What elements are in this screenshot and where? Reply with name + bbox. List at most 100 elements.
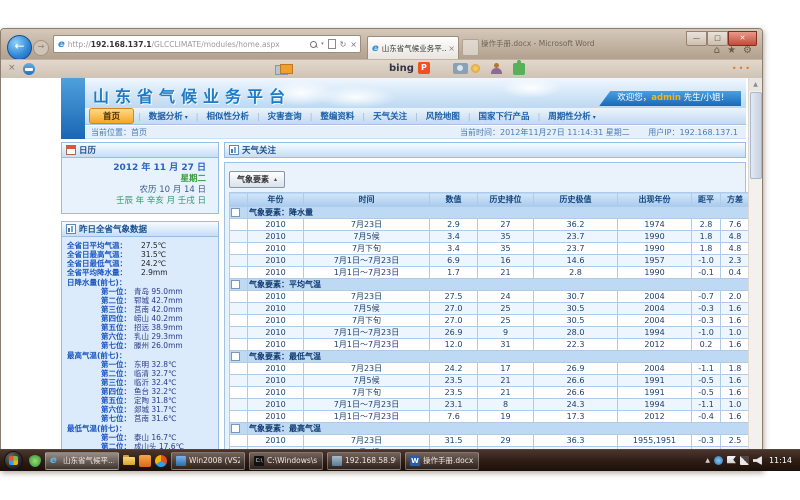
more-dots-icon[interactable]: ••• <box>732 64 752 73</box>
table-cell: -1.0 <box>692 255 721 267</box>
nav-item-7[interactable]: 风险地图 <box>418 110 468 122</box>
row-checkbox-cell <box>230 339 248 351</box>
table-cell: 7月5候 <box>304 303 430 315</box>
breadcrumb: 当前位置：首页 当前时间：2012年11月27日 11:14:31 星期二 用户… <box>61 126 746 139</box>
page-viewport: 山东省气候业务平台 欢迎您，admin 先生/小姐！ 首页|数据分析▾|相似性分… <box>1 78 762 469</box>
stat-value: 27.5℃ <box>141 241 166 250</box>
nav-item-8[interactable]: 国家下行产品 <box>471 110 538 122</box>
ranking-title: 最高气温(前七)： <box>67 351 215 360</box>
stop-icon[interactable]: × <box>350 40 357 49</box>
group-checkbox[interactable] <box>231 208 240 217</box>
network-signal-icon[interactable] <box>740 456 749 465</box>
nav-item-4[interactable]: 灾害查询 <box>260 110 310 122</box>
nav-item-5[interactable]: 整编资料 <box>312 110 362 122</box>
bing-p-icon: P <box>418 62 430 74</box>
table-row[interactable]: 20101月1日～7月23日1.7212.81990-0.10.4 <box>230 267 750 279</box>
coin-icon[interactable] <box>471 64 480 73</box>
column-header: 出现年份 <box>618 193 692 207</box>
taskbar-active-window[interactable]: e 山东省气候平... <box>45 452 119 470</box>
table-row[interactable]: 20107月1日～7月23日6.91614.61957-1.02.3 <box>230 255 750 267</box>
table-row[interactable]: 20107月下旬23.52126.61991-0.51.6 <box>230 387 750 399</box>
person-icon[interactable] <box>491 63 502 74</box>
taskbar-window-4[interactable]: W操作手册.docx ... <box>405 452 479 470</box>
start-button[interactable] <box>4 451 23 470</box>
scroll-up-icon[interactable]: ▲ <box>749 78 762 91</box>
ranking-item: 第四位：鱼台 32.2℃ <box>67 387 215 396</box>
table-row[interactable]: 20101月1日～7月23日7.61917.32012-0.41.6 <box>230 411 750 423</box>
table-row[interactable]: 20107月5候23.52126.61991-0.51.6 <box>230 375 750 387</box>
table-cell: -1.1 <box>692 363 721 375</box>
nav-item-2[interactable]: 数据分析▾ <box>141 110 196 122</box>
refresh-icon[interactable]: ↻ <box>340 40 347 49</box>
new-tab-button[interactable] <box>462 39 479 56</box>
explorer-folder-icon[interactable] <box>123 455 135 467</box>
nav-item-6[interactable]: 天气关注 <box>365 110 415 122</box>
toolbar-close-icon[interactable]: × <box>8 63 16 73</box>
table-cell: 27.0 <box>430 315 478 327</box>
group-checkbox[interactable] <box>231 352 240 361</box>
favorites-star-icon[interactable]: ★ <box>727 45 736 56</box>
table-cell: 0.4 <box>721 267 750 279</box>
url-text[interactable]: http://192.168.137.1/GLCCLIMATE/modules/… <box>68 40 310 49</box>
element-filter-button[interactable]: 气象要素▴ <box>229 171 285 188</box>
nav-item-9[interactable]: 周期性分析▾ <box>540 110 604 122</box>
address-bar[interactable]: e http://192.168.137.1/GLCCLIMATE/module… <box>53 35 361 53</box>
table-cell: 2010 <box>248 303 304 315</box>
table-row[interactable]: 20107月5候3.43523.719901.84.8 <box>230 231 750 243</box>
minimize-button[interactable]: — <box>686 31 707 46</box>
row-checkbox-cell <box>230 255 248 267</box>
table-row[interactable]: 20107月1日～7月23日26.9928.01994-1.01.0 <box>230 327 750 339</box>
volume-icon[interactable] <box>753 456 762 465</box>
table-row[interactable]: 20107月5候27.02530.52004-0.31.6 <box>230 303 750 315</box>
compatibility-view-icon[interactable] <box>328 39 336 49</box>
ranking-rank: 第五位： <box>67 323 131 332</box>
antivirus-icon[interactable] <box>29 455 41 467</box>
scrollbar-thumb[interactable] <box>750 92 762 179</box>
table-row[interactable]: 20107月23日24.21726.92004-1.11.8 <box>230 363 750 375</box>
tray-expand-icon[interactable]: ▲ <box>705 457 710 464</box>
table-row[interactable]: 20107月下旬27.02530.52004-0.31.6 <box>230 315 750 327</box>
group-checkbox[interactable] <box>231 280 240 289</box>
table-cell: 1.6 <box>721 411 750 423</box>
back-button[interactable]: ← <box>7 35 32 60</box>
close-button[interactable]: ✕ <box>728 31 757 46</box>
network-globe-icon[interactable] <box>714 456 723 465</box>
chevron-down-icon[interactable]: ▾ <box>321 41 324 47</box>
home-icon[interactable]: ⌂ <box>714 45 720 56</box>
table-cell: 7.6 <box>721 219 750 231</box>
table-row[interactable]: 20107月23日31.52936.31955,1951-0.32.5 <box>230 435 750 447</box>
nav-item-3[interactable]: 相似性分析 <box>198 110 257 122</box>
table-cell: 30.5 <box>534 315 618 327</box>
ranking-item: 第七位：莒南 31.6℃ <box>67 414 215 423</box>
camera-icon[interactable] <box>453 63 468 74</box>
taskbar-window-3[interactable]: 192.168.58.99... <box>327 452 401 470</box>
action-center-flag-icon[interactable] <box>727 456 736 465</box>
taskbar-clock[interactable]: 11:14 <box>769 456 792 465</box>
maximize-button[interactable]: □ <box>707 31 728 46</box>
calendar-lunar-date: 农历 10 月 14 日 <box>68 185 206 196</box>
addons-puzzle-icon[interactable] <box>513 63 525 75</box>
settings-gear-icon[interactable]: ⚙ <box>743 45 752 56</box>
table-row[interactable]: 20107月1日～7月23日23.1824.31994-1.11.0 <box>230 399 750 411</box>
taskbar-window-1[interactable]: Win2008 (VS2... <box>171 452 245 470</box>
table-row[interactable]: 20107月23日2.92736.219742.87.6 <box>230 219 750 231</box>
group-checkbox[interactable] <box>231 424 240 433</box>
browser-round-icon[interactable] <box>155 455 167 467</box>
taskbar-window-2[interactable]: C:\C:\Windows\s... <box>249 452 323 470</box>
nav-item-1[interactable]: 首页 <box>89 108 134 124</box>
bing-toolbar[interactable]: bing P <box>389 62 430 74</box>
addon-circle-icon[interactable] <box>23 63 35 75</box>
search-icon[interactable] <box>310 41 317 48</box>
main-panel-title: 天气关注 <box>242 144 276 156</box>
table-cell: 6.9 <box>430 255 478 267</box>
browser-tab[interactable]: e 山东省气候业务平... × <box>367 36 459 59</box>
table-row[interactable]: 20107月23日27.52430.72004-0.72.0 <box>230 291 750 303</box>
table-row[interactable]: 20107月下旬3.43523.719901.84.8 <box>230 243 750 255</box>
cards-icon[interactable] <box>275 64 293 74</box>
tab-close-icon[interactable]: × <box>448 44 455 53</box>
app-orange-icon[interactable] <box>139 455 151 467</box>
stat-label: 全省日平均气温： <box>67 241 141 250</box>
forward-button[interactable]: → <box>33 40 49 56</box>
table-row[interactable]: 20101月1日～7月23日12.03122.320120.21.6 <box>230 339 750 351</box>
vertical-scrollbar[interactable]: ▲ ▼ <box>748 78 762 469</box>
